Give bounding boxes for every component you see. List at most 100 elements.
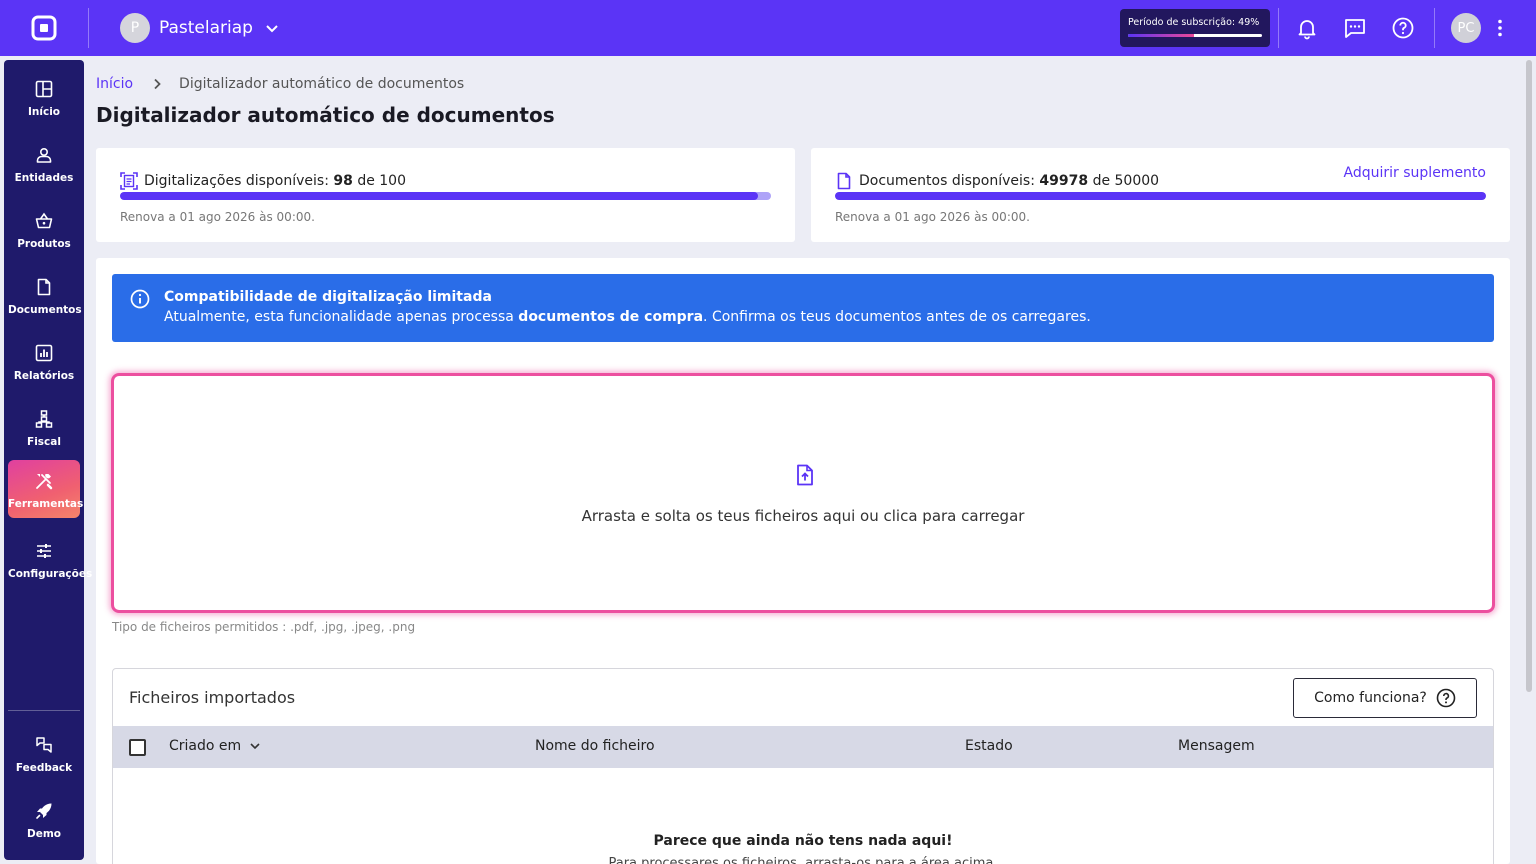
chevron-right-icon <box>154 78 161 90</box>
sidebar-item-fiscal[interactable]: Fiscal <box>8 398 80 456</box>
sidebar-item-label: Demo <box>27 828 61 840</box>
scans-label: Digitalizações disponíveis: <box>144 173 329 189</box>
basket-icon <box>35 212 53 229</box>
scans-progress-bar <box>120 192 771 200</box>
sliders-icon <box>37 544 51 558</box>
column-created-at[interactable]: Criado em <box>169 738 261 754</box>
document-icon <box>37 278 51 296</box>
sidebar-item-label: Fiscal <box>27 436 61 448</box>
scan-icon <box>120 172 138 190</box>
more-vertical-icon[interactable] <box>1488 16 1512 40</box>
scans-available-title: Digitalizações disponíveis: 98 de 100 <box>120 172 406 190</box>
column-label: Criado em <box>169 738 242 754</box>
chat-icon[interactable] <box>1343 16 1367 40</box>
imported-files-title: Ficheiros importados <box>129 688 296 707</box>
info-text-part: . Confirma os teus documentos antes de o… <box>703 309 1091 325</box>
chevron-down-icon <box>250 743 260 750</box>
chart-icon <box>35 344 53 362</box>
file-dropzone[interactable]: Arrasta e solta os teus ficheiros aqui o… <box>111 373 1495 613</box>
scans-renew-text: Renova a 01 ago 2026 às 00:00. <box>120 210 315 224</box>
documents-total: de 50000 <box>1092 173 1160 189</box>
sidebar-item-configuracoes[interactable]: Configurações <box>8 530 93 588</box>
documents-progress-bar <box>835 192 1486 200</box>
company-selector[interactable]: P Pastelariap <box>120 13 279 43</box>
top-bar: P Pastelariap Período de subscrição: 49%… <box>0 0 1536 56</box>
app-logo-icon[interactable] <box>30 14 58 42</box>
sidebar-item-label: Início <box>27 106 61 118</box>
tools-icon <box>36 474 53 490</box>
documents-available-title: Documentos disponíveis: 49978 de 50000 <box>835 172 1159 190</box>
subscription-progress-bar <box>1128 34 1262 37</box>
column-status: Estado <box>965 738 1013 754</box>
page-scrollbar[interactable] <box>1526 60 1532 692</box>
document-icon <box>837 172 851 190</box>
scans-progress-fill <box>120 192 758 200</box>
subscription-progress-fill <box>1128 34 1194 37</box>
divider <box>88 8 89 48</box>
documents-progress-fill <box>835 192 1486 200</box>
sidebar-item-label: Produtos <box>17 238 71 250</box>
sidebar-item-ferramentas[interactable]: Ferramentas <box>8 460 84 518</box>
file-upload-icon <box>797 464 813 486</box>
how-it-works-label: Como funciona? <box>1314 690 1427 706</box>
imported-files-section: Ficheiros importados Como funciona? Cria… <box>112 668 1494 864</box>
sidebar: Início Entidades Produtos Documentos Rel… <box>4 60 93 860</box>
hierarchy-icon <box>35 410 53 428</box>
sidebar-item-entidades[interactable]: Entidades <box>8 134 80 192</box>
sidebar-item-label: Feedback <box>15 762 73 774</box>
scans-total: de 100 <box>357 173 406 189</box>
sidebar-item-documentos[interactable]: Documentos <box>8 266 82 324</box>
sidebar-item-label: Relatórios <box>13 370 75 382</box>
rocket-icon <box>36 803 52 819</box>
sidebar-item-demo[interactable]: Demo <box>8 790 80 848</box>
breadcrumb: Início Digitalizador automático de docum… <box>96 76 464 92</box>
allowed-file-types: Tipo de ficheiros permitidos : .pdf, .jp… <box>112 620 416 634</box>
column-message: Mensagem <box>1178 738 1255 754</box>
info-icon <box>130 289 150 309</box>
info-banner-text: Atualmente, esta funcionalidade apenas p… <box>164 309 1091 325</box>
info-text-part: Atualmente, esta funcionalidade apenas p… <box>164 309 519 325</box>
sidebar-item-label: Configurações <box>8 568 93 580</box>
subscription-period[interactable]: Período de subscrição: 49% <box>1120 9 1270 47</box>
sidebar-item-inicio[interactable]: Início <box>8 68 80 126</box>
info-banner-title: Compatibilidade de digitalização limitad… <box>164 289 492 305</box>
sidebar-item-label: Ferramentas <box>8 498 84 510</box>
sidebar-item-feedback[interactable]: Feedback <box>8 724 80 782</box>
chevron-down-icon <box>266 25 278 33</box>
page-title: Digitalizador automático de documentos <box>96 103 555 127</box>
dashboard-icon <box>35 80 53 98</box>
divider <box>1278 8 1279 48</box>
info-banner: Compatibilidade de digitalização limitad… <box>112 274 1494 342</box>
feedback-icon <box>36 737 52 753</box>
sidebar-item-label: Entidades <box>14 172 74 184</box>
bell-icon[interactable] <box>1295 16 1319 40</box>
person-icon <box>36 147 52 163</box>
sidebar-divider <box>8 710 80 711</box>
user-avatar[interactable]: PC <box>1451 13 1481 43</box>
select-all-checkbox[interactable] <box>129 739 146 756</box>
documents-used: 49978 <box>1039 173 1089 189</box>
company-avatar: P <box>120 13 150 43</box>
help-icon <box>1436 688 1456 708</box>
info-text-bold: documentos de compra <box>518 309 704 325</box>
breadcrumb-home-link[interactable]: Início <box>96 76 133 92</box>
documents-label: Documentos disponíveis: <box>859 173 1035 189</box>
divider <box>1434 8 1435 48</box>
sidebar-item-produtos[interactable]: Produtos <box>8 200 80 258</box>
how-it-works-button[interactable]: Como funciona? <box>1293 678 1477 718</box>
subscription-label: Período de subscrição: 49% <box>1128 17 1260 28</box>
scans-available-card: Digitalizações disponíveis: 98 de 100 Re… <box>96 148 795 242</box>
documents-available-card: Documentos disponíveis: 49978 de 50000 A… <box>811 148 1510 242</box>
sidebar-item-label: Documentos <box>8 304 82 316</box>
scanner-panel: Compatibilidade de digitalização limitad… <box>96 258 1510 864</box>
documents-renew-text: Renova a 01 ago 2026 às 00:00. <box>835 210 1030 224</box>
empty-state-text: Para processares os ficheiros, arrasta-o… <box>608 856 998 864</box>
scans-used: 98 <box>333 173 353 189</box>
acquire-addon-link[interactable]: Adquirir suplemento <box>1344 165 1486 181</box>
help-icon[interactable] <box>1391 16 1415 40</box>
company-name: Pastelariap <box>159 18 253 38</box>
empty-state-title: Parece que ainda não tens nada aqui! <box>653 833 953 849</box>
sidebar-item-relatorios[interactable]: Relatórios <box>8 332 80 390</box>
table-header: Criado em Nome do ficheiro Estado Mensag… <box>113 726 1493 768</box>
dropzone-text: Arrasta e solta os teus ficheiros aqui o… <box>581 507 1025 525</box>
